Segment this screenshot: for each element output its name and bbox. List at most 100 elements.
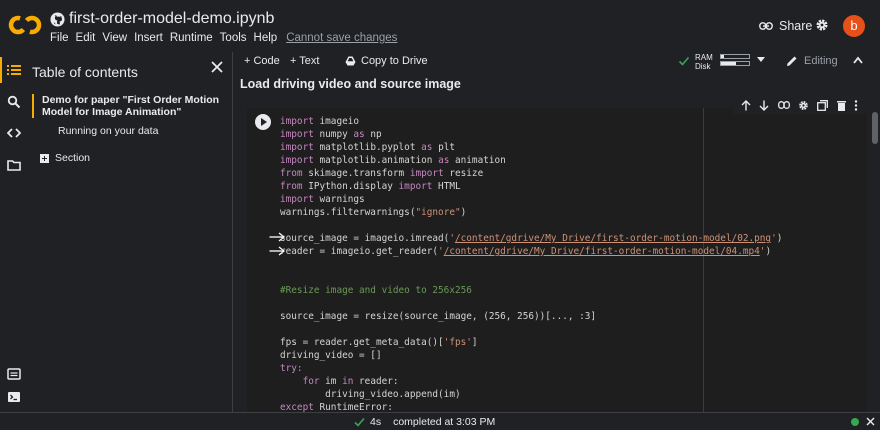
menu-tools[interactable]: Tools [220, 32, 247, 44]
toc-panel: Table of contents Demo for paper "First … [28, 52, 232, 412]
rail-active-indicator [0, 57, 2, 83]
editing-mode-button[interactable]: Editing [786, 55, 838, 67]
gear-icon[interactable] [798, 100, 809, 111]
code-line: source_image = resize(source_image, (256… [280, 311, 597, 322]
run-cell-button[interactable] [255, 114, 271, 130]
copy-to-drive-button[interactable]: Copy to Drive [345, 55, 428, 67]
status-bar: 4s completed at 3:03 PM [0, 412, 880, 430]
code-cell[interactable]: import imageio import numpy as np import m… [247, 108, 867, 412]
code-line: import matplotlib.pyplot as plt [280, 142, 455, 153]
source-image-path-link: /content/gdrive/My Drive/first-order-mot… [454, 233, 772, 244]
move-down-icon[interactable] [759, 100, 769, 111]
close-icon[interactable] [210, 60, 224, 74]
cannot-save-link[interactable]: Cannot save changes [286, 32, 397, 44]
execution-duration: 4s [370, 416, 382, 428]
check-icon [354, 417, 365, 427]
mirror-cell-icon[interactable] [817, 99, 829, 111]
settings-gear-icon[interactable] [815, 18, 829, 32]
code-line: driving_video.append(im) [280, 389, 461, 400]
code-line: import numpy as np [280, 129, 382, 140]
menu-help[interactable]: Help [254, 32, 278, 44]
close-icon[interactable] [866, 417, 875, 426]
toc-item-section-label: Section [55, 152, 91, 164]
link-icon [759, 22, 773, 30]
toc-item-demo[interactable]: Demo for paper "First Order Motion Model… [32, 94, 228, 118]
menu-view[interactable]: View [102, 32, 127, 44]
connected-check-icon [678, 56, 690, 66]
resource-meters[interactable] [720, 54, 750, 68]
notebook-scrollbar[interactable] [870, 72, 880, 412]
chevron-down-icon[interactable] [757, 57, 765, 63]
move-up-icon[interactable] [741, 99, 751, 111]
code-line: reader = imageio.get_reader('/content/gd… [280, 246, 772, 257]
account-avatar[interactable]: b [843, 15, 865, 37]
execution-status[interactable]: 4s completed at 3:03 PM [354, 416, 495, 428]
code-line: import imageio [280, 116, 360, 127]
video-path-link: /content/gdrive/My Drive/first-order-mot… [443, 246, 760, 257]
code-line: warnings.filterwarnings("ignore") [280, 207, 467, 218]
share-button[interactable]: Share [759, 19, 812, 33]
menu-runtime[interactable]: Runtime [170, 32, 213, 44]
menubar: File Edit View Insert Runtime Tools Help… [50, 32, 404, 44]
github-icon [50, 11, 65, 27]
code-line: import warnings [280, 194, 365, 205]
section-heading: Load driving video and source image [240, 77, 461, 91]
ram-label: RAM [695, 53, 713, 62]
terminal-list-icon[interactable] [7, 367, 21, 381]
notebook-area: Load driving video and source image impo… [233, 72, 869, 412]
code-line: fps = reader.get_meta_data()['fps'] [280, 337, 478, 348]
code-line: import matplotlib.animation as animation [280, 155, 506, 166]
toc-item-running[interactable]: Running on your data [58, 125, 158, 137]
delete-icon[interactable] [836, 100, 846, 111]
share-label: Share [779, 19, 813, 33]
code-snippets-icon[interactable] [7, 126, 21, 140]
menu-edit[interactable]: Edit [76, 32, 96, 44]
title-row: first-order-model-demo.ipynb [50, 10, 274, 28]
menu-file[interactable]: File [50, 32, 69, 44]
code-line: from skimage.transform import resize [280, 168, 484, 179]
copy-to-drive-label: Copy to Drive [361, 55, 428, 67]
search-icon[interactable] [7, 95, 21, 109]
disk-meter [720, 61, 750, 66]
terminal-icon[interactable] [7, 390, 21, 404]
editing-label: Editing [804, 55, 838, 67]
pencil-icon [787, 56, 797, 66]
completed-time: completed at 3:03 PM [393, 416, 496, 428]
chevron-up-icon[interactable] [853, 56, 863, 64]
more-vert-icon[interactable] [854, 99, 858, 111]
toc-item-section[interactable]: Section [40, 152, 90, 164]
link-icon[interactable] [777, 101, 790, 109]
toc-icon[interactable] [7, 63, 21, 77]
expand-plus-icon[interactable] [40, 153, 49, 163]
add-text-button[interactable]: + Text [290, 55, 319, 67]
resource-labels[interactable]: RAM Disk [695, 53, 713, 71]
disk-label: Disk [695, 62, 711, 71]
menu-insert[interactable]: Insert [134, 32, 163, 44]
code-line: #Resize image and video to 256x256 [280, 285, 472, 296]
code-line: for im in reader: [302, 376, 399, 387]
code-line: driving_video = [] [280, 350, 382, 361]
notebook-title[interactable]: first-order-model-demo.ipynb [69, 10, 274, 28]
header: first-order-model-demo.ipynb File Edit V… [0, 0, 880, 52]
code-line: source_image = imageio.imread('/content/… [280, 233, 783, 244]
toc-title: Table of contents [32, 64, 138, 80]
code-editor[interactable]: import imageio import numpy as np import m… [280, 115, 782, 412]
files-icon[interactable] [7, 158, 21, 172]
left-rail [0, 52, 28, 412]
code-line: try: [280, 363, 303, 374]
ram-meter-fill [721, 55, 724, 58]
code-line: except RuntimeError: [280, 402, 393, 412]
scrollbar-thumb[interactable] [872, 112, 878, 144]
drive-icon [345, 56, 356, 66]
notebook-toolbar: + Code + Text Copy to Drive RAM Disk Edi… [233, 52, 880, 72]
add-code-button[interactable]: + Code [244, 55, 280, 67]
ram-meter [720, 54, 750, 59]
connection-status-dot [851, 418, 859, 426]
disk-meter-fill [721, 62, 737, 65]
colab-logo-icon[interactable] [8, 13, 42, 37]
